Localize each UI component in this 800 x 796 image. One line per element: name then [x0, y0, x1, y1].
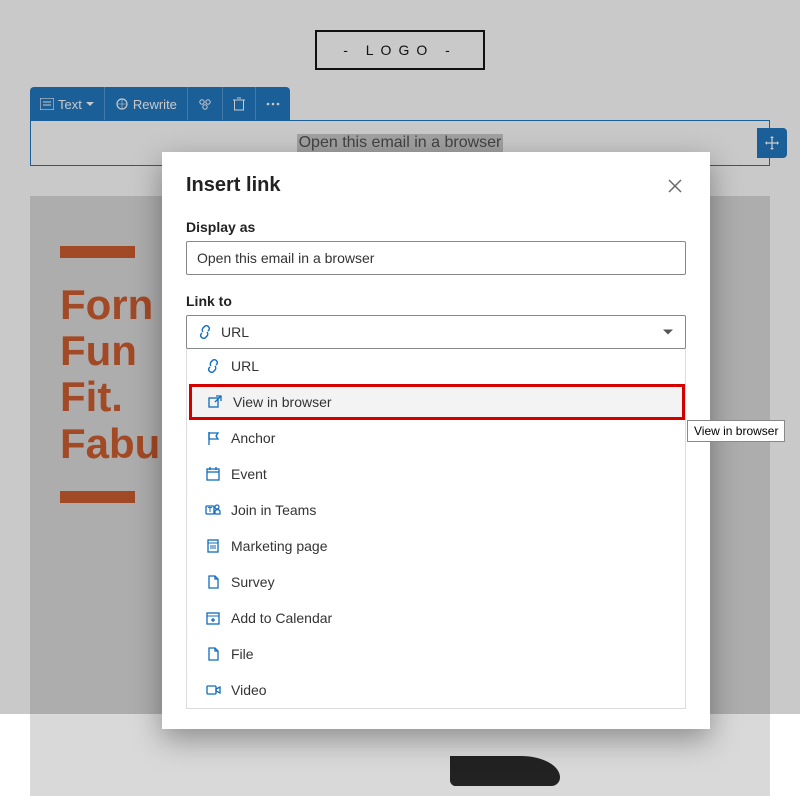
hero-image — [410, 726, 550, 786]
chevron-down-icon — [663, 330, 673, 335]
option-event[interactable]: Event — [187, 456, 685, 492]
option-video[interactable]: Video — [187, 672, 685, 708]
page-icon — [205, 538, 221, 554]
option-join-teams[interactable]: T Join in Teams — [187, 492, 685, 528]
editor-canvas: - LOGO - Text Rewrite Open this — [0, 0, 800, 714]
option-marketing-page[interactable]: Marketing page — [187, 528, 685, 564]
option-url[interactable]: URL — [187, 348, 685, 384]
display-as-input[interactable] — [186, 241, 686, 275]
teams-icon: T — [205, 502, 221, 518]
link-icon — [205, 358, 221, 374]
option-survey[interactable]: Survey — [187, 564, 685, 600]
display-as-label: Display as — [186, 219, 686, 235]
option-view-in-browser[interactable]: View in browser — [189, 384, 685, 420]
external-icon — [207, 394, 223, 410]
file-icon — [205, 646, 221, 662]
hover-tooltip: View in browser — [687, 420, 785, 442]
video-icon — [205, 682, 221, 698]
link-to-select[interactable]: URL — [186, 315, 686, 349]
svg-text:T: T — [208, 507, 213, 514]
flag-icon — [205, 430, 221, 446]
insert-link-dialog: Insert link Display as Link to URL URL V… — [162, 152, 710, 729]
link-to-dropdown: URL View in browser Anchor Event T Join … — [186, 348, 686, 709]
option-add-calendar[interactable]: Add to Calendar — [187, 600, 685, 636]
selected-option-label: URL — [221, 324, 249, 340]
link-to-label: Link to — [186, 293, 686, 309]
calendar-icon — [205, 466, 221, 482]
dialog-title: Insert link — [186, 174, 280, 197]
close-icon — [668, 179, 682, 193]
link-icon — [197, 324, 213, 340]
option-anchor[interactable]: Anchor — [187, 420, 685, 456]
doc-icon — [205, 574, 221, 590]
option-file[interactable]: File — [187, 636, 685, 672]
close-button[interactable] — [664, 175, 686, 197]
calendar-add-icon — [205, 610, 221, 626]
